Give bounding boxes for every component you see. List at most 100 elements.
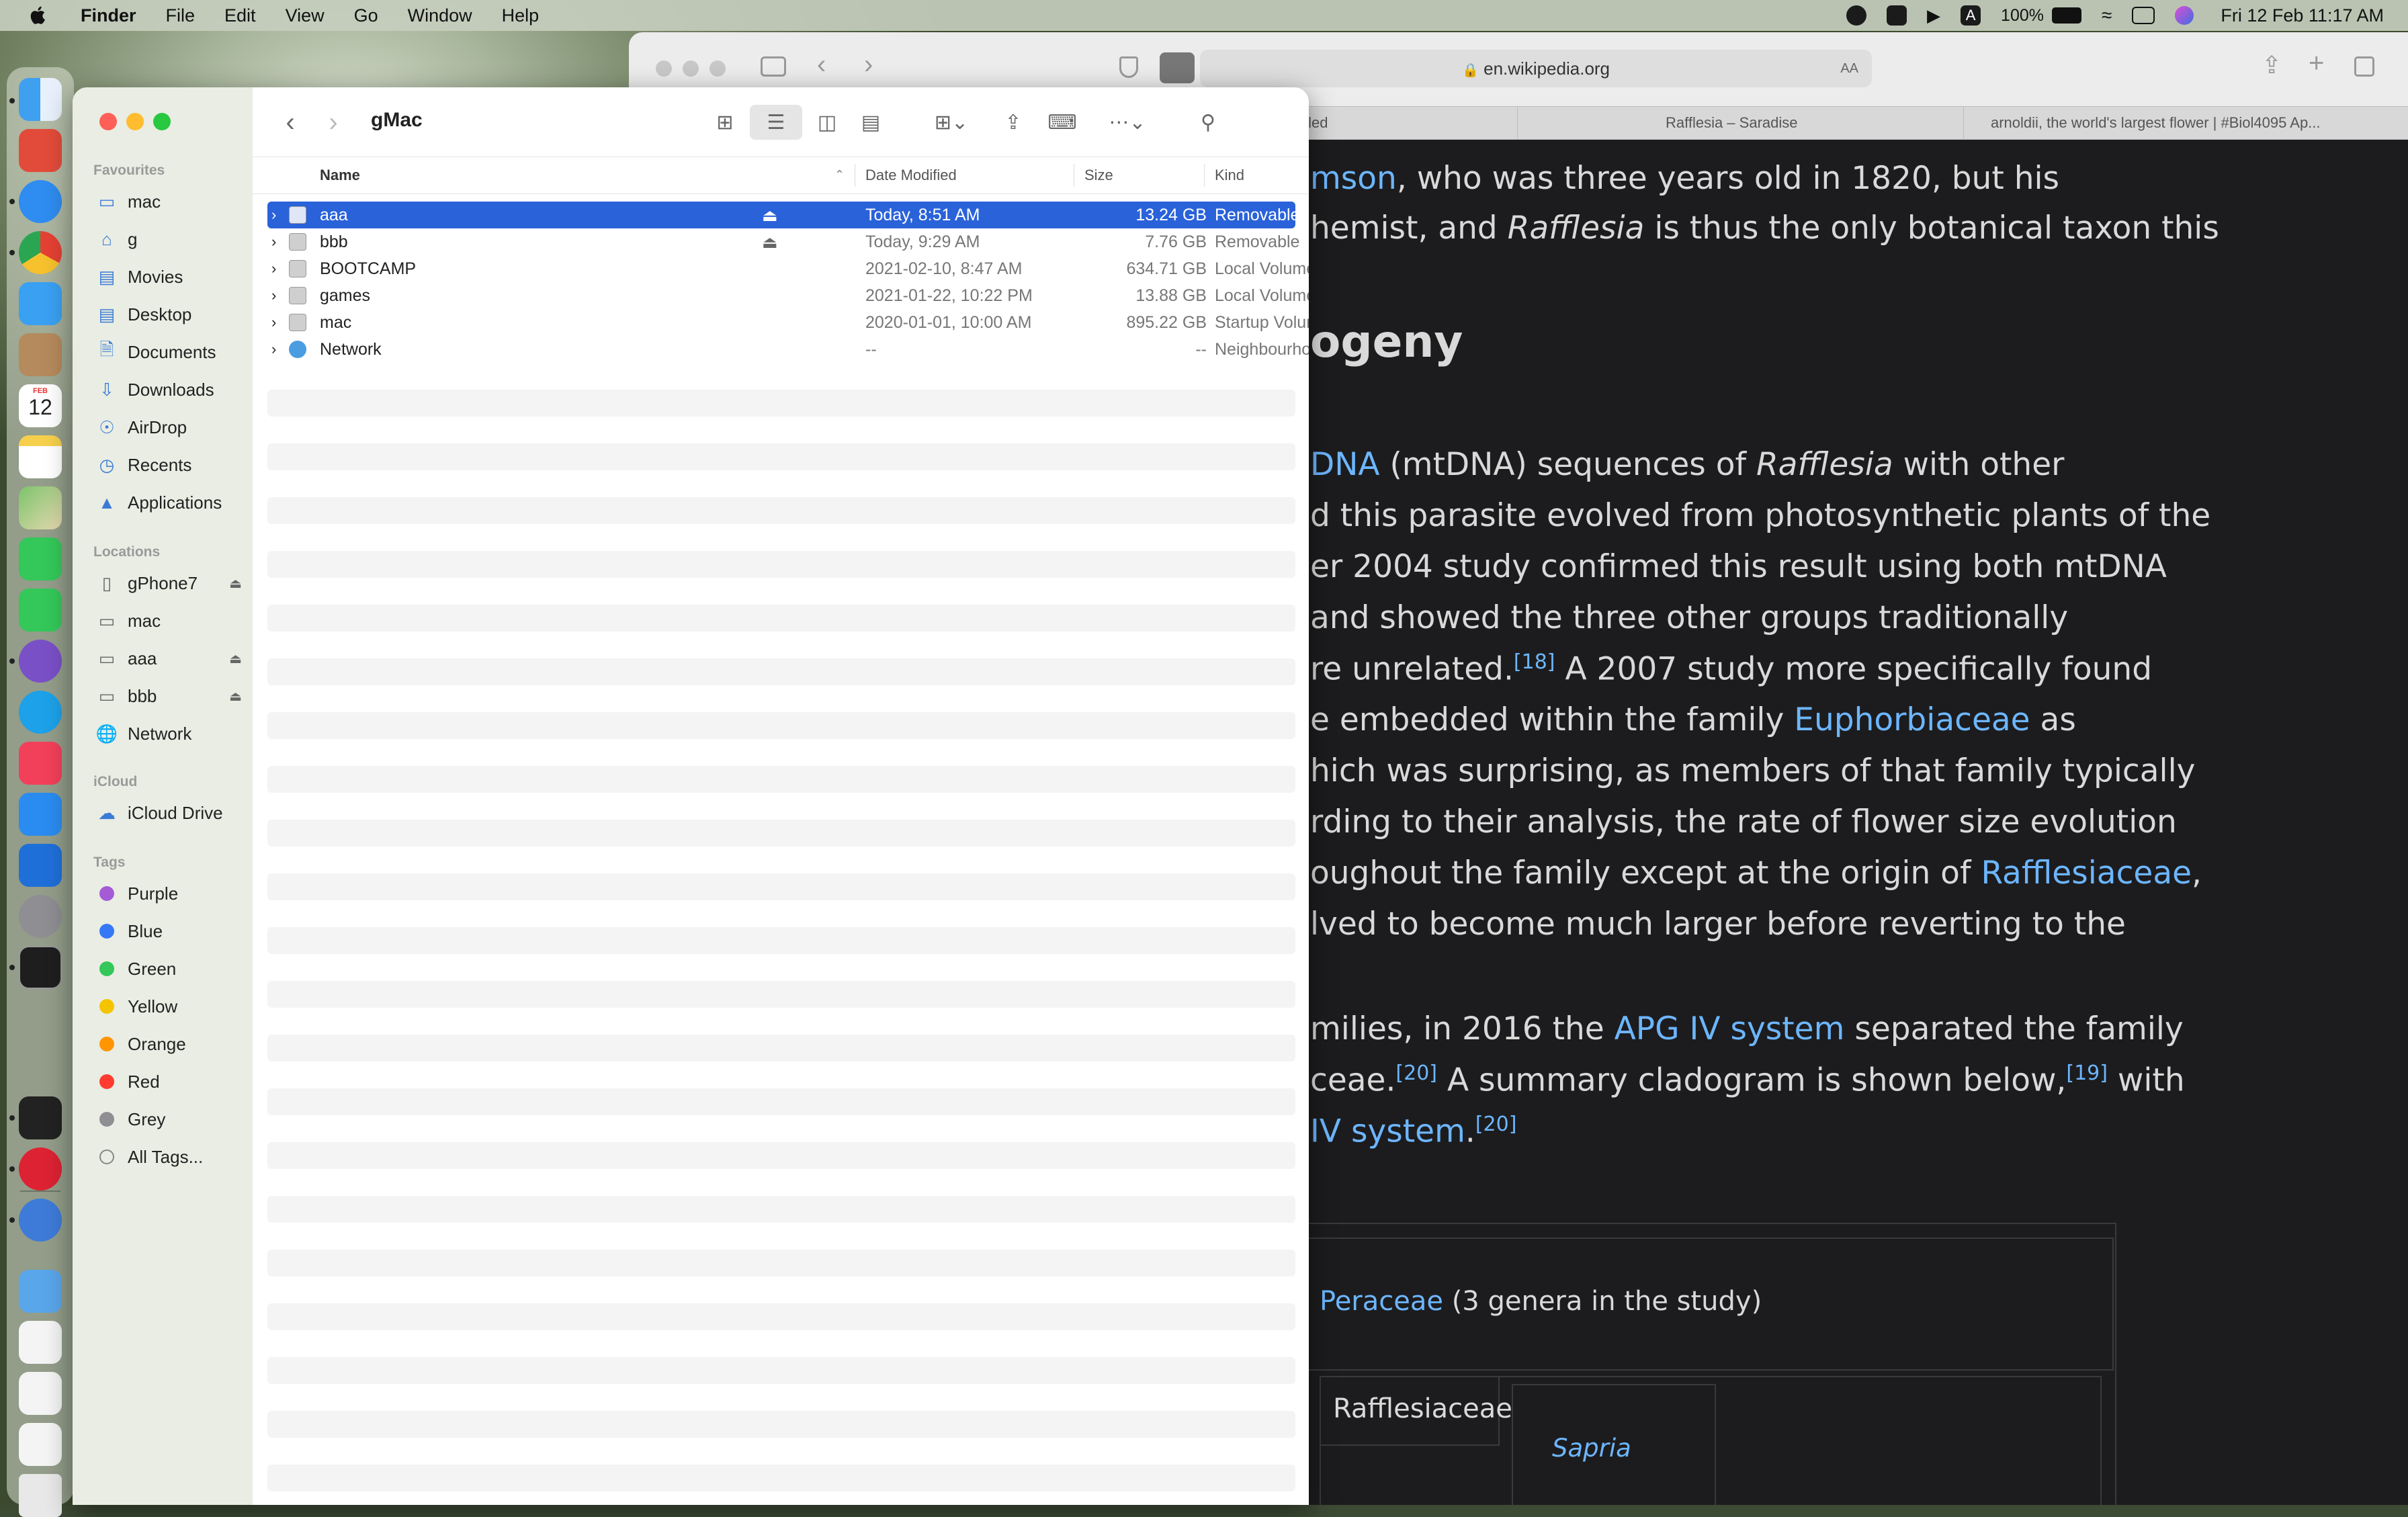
sidebar-all-tags[interactable]: All Tags... (97, 1142, 251, 1172)
checkmark-status-icon[interactable] (1887, 5, 1907, 26)
system-preferences-icon[interactable] (19, 895, 62, 938)
siri-icon[interactable] (2175, 6, 2194, 25)
sidebar-tag-grey[interactable]: Grey (97, 1104, 251, 1134)
sidebar-item-mac[interactable]: ▭ mac (97, 187, 251, 216)
article-link[interactable]: mson (1310, 160, 1397, 197)
privacy-shield-icon[interactable] (1119, 56, 1138, 78)
column-date-modified[interactable]: Date Modified (865, 167, 957, 184)
disclosure-chevron-icon[interactable]: › (271, 287, 276, 304)
menu-clock[interactable]: Fri 12 Feb 11:17 AM (2221, 5, 2384, 26)
search-icon[interactable]: ⚲ (1193, 105, 1223, 140)
disclosure-chevron-icon[interactable]: › (271, 314, 276, 331)
notes-icon[interactable] (19, 435, 62, 478)
menu-help[interactable]: Help (502, 5, 540, 26)
sort-ascending-icon[interactable]: ⌃ (834, 168, 845, 182)
music-icon[interactable] (19, 742, 62, 785)
eject-icon[interactable]: ⏏ (762, 206, 778, 226)
minimize-button[interactable] (126, 113, 144, 130)
minimize-button[interactable] (683, 60, 699, 77)
tab-overview-icon[interactable] (2354, 56, 2374, 77)
sidebar-item-airdrop[interactable]: ☉ AirDrop (97, 413, 251, 442)
article-link[interactable]: IV system (1310, 1113, 1465, 1150)
more-actions-icon[interactable]: ⋯⌄ (1101, 105, 1154, 140)
messages-icon[interactable] (19, 537, 62, 580)
skype-icon[interactable] (19, 691, 62, 734)
column-name[interactable]: Name (320, 167, 360, 184)
sidebar-item-recents[interactable]: ◷ Recents (97, 450, 251, 480)
eject-icon[interactable]: ⏏ (229, 650, 242, 667)
icon-view-icon[interactable]: ⊞ (707, 105, 743, 140)
menu-window[interactable]: Window (408, 5, 472, 26)
article-link[interactable]: DNA (1310, 446, 1380, 483)
reader-icon[interactable] (1160, 52, 1195, 83)
article-link[interactable]: APG IV system (1615, 1010, 1845, 1047)
battery-icon[interactable] (2052, 7, 2081, 24)
menu-file[interactable]: File (166, 5, 196, 26)
eject-icon[interactable]: ⏏ (229, 575, 242, 592)
sidebar-item-documents[interactable]: 🗎 Documents (97, 337, 251, 367)
terminal-icon[interactable] (19, 946, 62, 989)
sidebar-toggle-icon[interactable] (761, 56, 786, 77)
mail-icon[interactable] (19, 282, 62, 325)
sidebar-item-aaa[interactable]: ▭ aaa ⏏ (97, 644, 251, 673)
column-size[interactable]: Size (1084, 167, 1113, 184)
finder-icon[interactable] (19, 78, 62, 121)
forward-icon[interactable]: › (864, 50, 873, 80)
table-row[interactable]: › games 2021-01-22, 10:22 PM 13.88 GB Lo… (267, 282, 1309, 309)
sidebar-item-icloud-drive[interactable]: ☁ iCloud Drive (97, 798, 251, 828)
menu-go[interactable]: Go (354, 5, 378, 26)
sidebar-tag-purple[interactable]: Purple (97, 879, 251, 908)
calendar-icon[interactable]: FEB 12 (19, 384, 62, 427)
control-center-icon[interactable] (2132, 7, 2155, 24)
column-divider[interactable] (1204, 164, 1205, 187)
article-link[interactable]: Rafflesiaceae (1981, 855, 2192, 892)
sidebar-tag-orange[interactable]: Orange (97, 1029, 251, 1059)
sidebar-item-downloads[interactable]: ⇩ Downloads (97, 375, 251, 404)
sidebar-item-gphone7[interactable]: ▯ gPhone7 ⏏ (97, 568, 251, 598)
downloads-folder-icon[interactable] (19, 1270, 62, 1313)
menu-app-finder[interactable]: Finder (81, 5, 136, 26)
viber-icon[interactable] (19, 640, 62, 683)
zoom-button[interactable] (153, 113, 171, 130)
contacts-icon[interactable] (19, 333, 62, 376)
qbittorrent-icon[interactable] (19, 1199, 62, 1242)
eject-icon[interactable]: ⏏ (229, 688, 242, 705)
back-icon[interactable]: ‹ (277, 105, 304, 140)
disclosure-chevron-icon[interactable]: › (271, 260, 276, 277)
sidebar-tag-yellow[interactable]: Yellow (97, 992, 251, 1021)
share-icon[interactable]: ⇪ (2262, 51, 2282, 79)
table-row[interactable]: › mac 2020-01-01, 10:00 AM 895.22 GB Sta… (267, 309, 1309, 336)
gallery-view-icon[interactable]: ▤ (851, 105, 891, 140)
new-tab-icon[interactable]: + (2309, 48, 2324, 79)
eject-icon[interactable]: ⏏ (762, 232, 778, 253)
sidebar-item-applications[interactable]: ▲ Applications (97, 488, 251, 517)
input-source-icon[interactable]: A (1961, 5, 1981, 26)
sidebar-item-movies[interactable]: ▤ Movies (97, 262, 251, 292)
skype-status-icon[interactable] (1846, 5, 1867, 26)
apple-menu-icon[interactable] (27, 4, 50, 27)
safari-icon[interactable] (19, 180, 62, 223)
screenshot-icon[interactable] (19, 1372, 62, 1415)
document-2-icon[interactable] (19, 1423, 62, 1466)
menu-edit[interactable]: Edit (224, 5, 256, 26)
article-link[interactable]: Euphorbiaceae (1794, 701, 2030, 738)
citation-link[interactable]: [19] (2066, 1061, 2108, 1085)
sidebar-tag-blue[interactable]: Blue (97, 916, 251, 946)
group-by-icon[interactable]: ⊞⌄ (924, 105, 978, 140)
sidebar-tag-red[interactable]: Red (97, 1067, 251, 1096)
xcode-icon[interactable] (19, 844, 62, 887)
sidebar-tag-green[interactable]: Green (97, 954, 251, 984)
article-link[interactable]: Peraceae (1320, 1286, 1443, 1317)
sidebar-item-mac-location[interactable]: ▭ mac (97, 606, 251, 636)
sidebar-item-network[interactable]: 🌐 Network (96, 719, 251, 748)
forward-icon[interactable]: › (320, 105, 347, 140)
trash-icon[interactable] (19, 1474, 62, 1517)
sidebar-item-desktop[interactable]: ▤ Desktop (97, 300, 251, 329)
citation-link[interactable]: [20] (1395, 1061, 1437, 1085)
disk-utility-icon[interactable] (19, 1147, 62, 1190)
share-icon[interactable]: ⇪ (998, 105, 1028, 140)
document-icon[interactable] (19, 1321, 62, 1364)
sidebar-item-home[interactable]: ⌂ g (97, 224, 251, 254)
back-icon[interactable]: ‹ (817, 50, 826, 80)
tab-arnoldii[interactable]: arnoldii, the world's largest flower | #… (1963, 107, 2408, 139)
